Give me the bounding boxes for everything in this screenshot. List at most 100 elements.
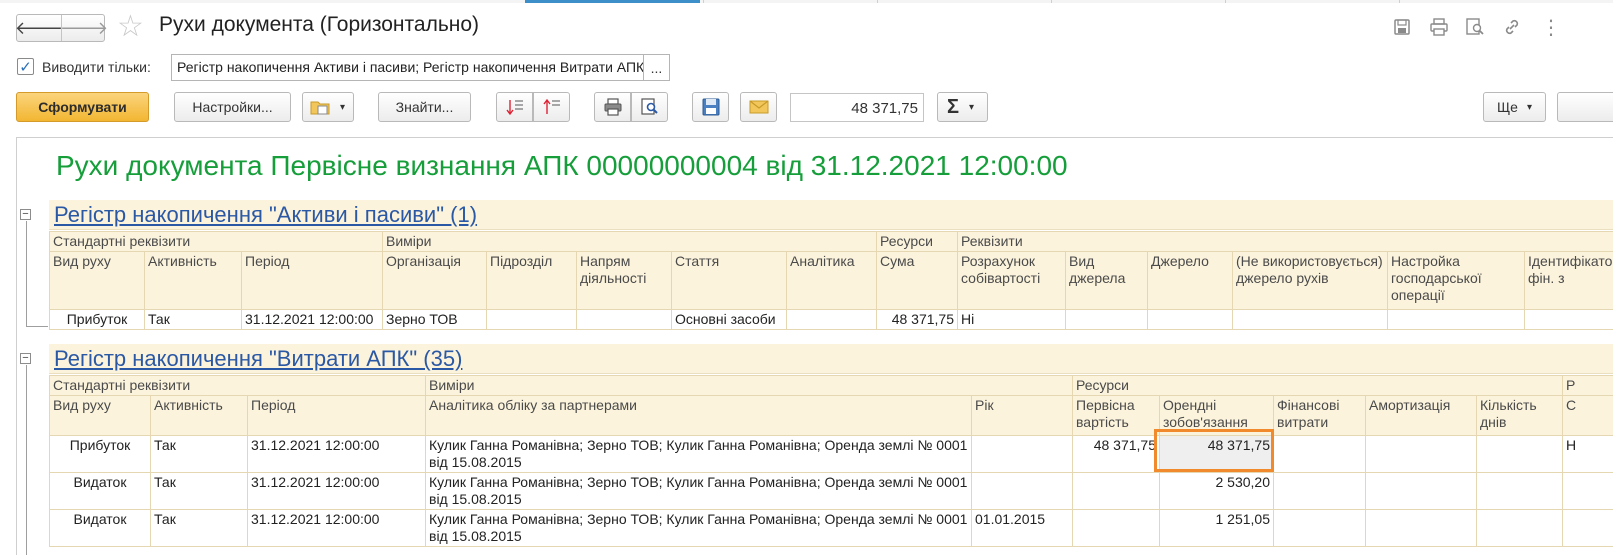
- table-cell[interactable]: [1365, 509, 1477, 547]
- help-button[interactable]: [1557, 92, 1613, 122]
- table-row[interactable]: Прибуток Так 31.12.2021 12:00:00 Кулик Г…: [49, 435, 1613, 473]
- column-header: Аналітика: [786, 251, 877, 310]
- table-cell[interactable]: Н: [1562, 435, 1613, 473]
- forward-button[interactable]: 🡒: [59, 15, 109, 41]
- registers-filter-field[interactable]: Регістр накопичення Активи і пасиви; Рег…: [171, 54, 644, 81]
- star-icon[interactable]: ☆: [117, 9, 144, 44]
- table-cell[interactable]: Основні засоби: [671, 309, 787, 330]
- tab-strip: [0, 0, 1613, 3]
- find-button[interactable]: Знайти...: [378, 92, 471, 122]
- table-cell[interactable]: [1475, 472, 1564, 510]
- arrow-right-icon: 🡒: [59, 17, 109, 38]
- table-cell[interactable]: Зерно ТОВ: [382, 309, 487, 330]
- select-registers-button[interactable]: ...: [644, 54, 670, 81]
- section-2-register-link[interactable]: Регістр накопичення "Витрати АПК" (35): [54, 346, 462, 372]
- table-cell[interactable]: 48 371,75: [876, 309, 958, 330]
- expand-all-groups-button[interactable]: [496, 92, 533, 122]
- print-icon[interactable]: [1428, 16, 1450, 38]
- table-cell[interactable]: [1232, 309, 1388, 330]
- table-cell[interactable]: Кулик Ганна Романівна; Зерно ТОВ; Кулик …: [425, 472, 972, 510]
- table-cell[interactable]: [1523, 309, 1613, 330]
- table-cell[interactable]: [1365, 472, 1477, 510]
- table-row[interactable]: Прибуток Так 31.12.2021 12:00:00 Зерно Т…: [49, 309, 1613, 330]
- collapse-section-2-button[interactable]: −: [20, 353, 31, 364]
- table-cell[interactable]: 2 530,20: [1159, 472, 1274, 510]
- group-standard-attrs: Стандартні реквізити: [49, 231, 383, 252]
- magnifier-page-icon: [640, 98, 658, 115]
- table-cell[interactable]: [1273, 509, 1366, 547]
- column-header-row: Вид руху Активність Період Організація П…: [49, 251, 1613, 310]
- table-cell[interactable]: 31.12.2021 12:00:00: [247, 509, 426, 547]
- group-header-row: Стандартні реквізити Виміри Ресурси Рекв…: [49, 231, 1613, 252]
- more-button[interactable]: Ще ▾: [1483, 92, 1546, 122]
- table-cell[interactable]: 1 251,05: [1159, 509, 1274, 547]
- section-1-table: Стандартні реквізити Виміри Ресурси Рекв…: [49, 231, 1613, 330]
- table-cell[interactable]: [576, 309, 672, 330]
- section-1-register-link[interactable]: Регістр накопичення "Активи і пасиви" (1…: [54, 202, 477, 228]
- movement-kind-cell[interactable]: Прибуток: [49, 435, 151, 473]
- table-cell[interactable]: 31.12.2021 12:00:00: [247, 435, 426, 473]
- report-variants-button[interactable]: ▾: [302, 92, 354, 122]
- table-cell[interactable]: [971, 435, 1073, 473]
- link-icon[interactable]: [1501, 16, 1523, 38]
- table-cell[interactable]: [1273, 472, 1366, 510]
- table-row[interactable]: Видаток Так 31.12.2021 12:00:00 Кулик Га…: [49, 509, 1613, 547]
- table-cell[interactable]: 31.12.2021 12:00:00: [241, 309, 383, 330]
- table-cell[interactable]: [786, 309, 877, 330]
- column-header: Первісна вартість: [1072, 395, 1160, 436]
- table-cell[interactable]: [1147, 309, 1233, 330]
- table-cell[interactable]: [1065, 309, 1148, 330]
- group-dimensions: Виміри: [425, 375, 1073, 396]
- group-resources: Ресурси: [1071, 375, 1564, 396]
- table-cell[interactable]: 48 371,75: [1072, 435, 1160, 473]
- table-cell[interactable]: Кулик Ганна Романівна; Зерно ТОВ; Кулик …: [425, 509, 972, 547]
- table-cell[interactable]: [1365, 435, 1477, 473]
- column-header: Вид руху: [49, 251, 145, 310]
- preview-icon[interactable]: [1464, 16, 1486, 38]
- table-cell[interactable]: [971, 472, 1073, 510]
- table-cell[interactable]: [1562, 509, 1613, 547]
- table-cell[interactable]: Так: [144, 309, 242, 330]
- column-header: Стаття: [671, 251, 787, 310]
- settings-button[interactable]: Настройки...: [174, 92, 291, 122]
- save-icon[interactable]: [1391, 16, 1413, 38]
- generate-button[interactable]: Сформувати: [16, 92, 149, 122]
- collapse-all-groups-button[interactable]: [533, 92, 570, 122]
- table-cell[interactable]: [1562, 472, 1613, 510]
- table-cell[interactable]: Так: [150, 472, 248, 510]
- table-cell[interactable]: [1475, 509, 1564, 547]
- sum-mode-button[interactable]: Σ ▾: [937, 92, 988, 122]
- print-preview-button[interactable]: [631, 92, 668, 122]
- selected-table-cell[interactable]: 48 371,75: [1159, 435, 1274, 473]
- navigation-group: 🡐 🡒: [15, 14, 109, 42]
- table-cell[interactable]: Так: [150, 435, 248, 473]
- table-cell[interactable]: Кулик Ганна Романівна; Зерно ТОВ; Кулик …: [425, 435, 972, 473]
- table-cell[interactable]: 31.12.2021 12:00:00: [247, 472, 426, 510]
- table-cell[interactable]: [1072, 472, 1160, 510]
- group-requisites: Реквізити: [956, 231, 1613, 252]
- back-button[interactable]: 🡐: [15, 15, 63, 41]
- table-cell[interactable]: [1273, 435, 1366, 473]
- envelope-icon: [749, 100, 768, 114]
- selected-cells-amount: 48 371,75: [790, 93, 924, 122]
- save-report-button[interactable]: [692, 92, 729, 122]
- table-cell[interactable]: Так: [150, 509, 248, 547]
- print-button[interactable]: [594, 92, 631, 122]
- table-cell[interactable]: 01.01.2015: [971, 509, 1073, 547]
- table-cell[interactable]: [1387, 309, 1525, 330]
- table-cell[interactable]: [1072, 509, 1160, 547]
- send-email-button[interactable]: [740, 92, 777, 122]
- more-vertical-icon[interactable]: ⋮: [1540, 16, 1562, 39]
- column-header: С: [1562, 395, 1613, 436]
- movement-kind-cell[interactable]: Прибуток: [49, 309, 145, 330]
- movement-kind-cell[interactable]: Видаток: [49, 509, 151, 547]
- report-title: Рухи документа Первісне визнання АПК 000…: [56, 150, 1068, 181]
- table-cell[interactable]: [1475, 435, 1564, 473]
- column-header: Активність: [150, 395, 248, 436]
- movement-kind-cell[interactable]: Видаток: [49, 472, 151, 510]
- output-only-checkbox[interactable]: ✓: [17, 58, 34, 76]
- table-row[interactable]: Видаток Так 31.12.2021 12:00:00 Кулик Га…: [49, 472, 1613, 510]
- collapse-section-1-button[interactable]: −: [20, 209, 31, 220]
- table-cell[interactable]: [486, 309, 577, 330]
- table-cell[interactable]: Ні: [957, 309, 1066, 330]
